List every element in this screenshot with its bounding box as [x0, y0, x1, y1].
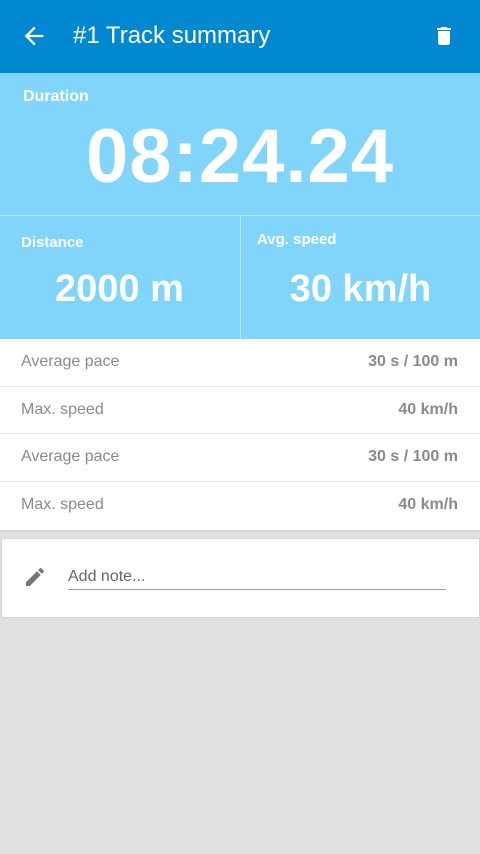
app-bar: #1 Track summary — [0, 0, 480, 73]
detail-label: Max. speed — [21, 400, 104, 418]
detail-value: 30 s / 100 m — [368, 353, 458, 371]
divider — [0, 530, 480, 533]
trash-icon — [437, 27, 451, 45]
pencil-icon — [26, 567, 45, 586]
duration-panel: Duration 08:24.24 — [0, 73, 480, 215]
detail-row-average-pace: Average pace 30 s / 100 m — [0, 339, 480, 387]
distance-cell: Distance 2000 m — [0, 216, 239, 339]
arrow-left-icon — [24, 26, 44, 46]
page-title: #1 Track summary — [73, 22, 271, 49]
distance-value: 2000 m — [55, 268, 184, 310]
detail-label: Max. speed — [21, 496, 104, 514]
duration-label: Duration — [23, 88, 89, 105]
avg-speed-label: Avg. speed — [257, 231, 337, 248]
detail-row-average-pace: Average pace 30 s / 100 m — [0, 434, 480, 482]
note-input[interactable] — [68, 565, 446, 590]
detail-value: 40 km/h — [398, 400, 458, 418]
detail-value: 40 km/h — [398, 496, 458, 514]
back-button[interactable] — [18, 20, 50, 52]
avg-speed-cell: Avg. speed 30 km/h — [240, 216, 480, 339]
detail-row-max-speed: Max. speed 40 km/h — [0, 482, 480, 530]
note-card — [1, 538, 480, 618]
avg-speed-value: 30 km/h — [289, 268, 432, 310]
distance-label: Distance — [21, 234, 84, 251]
detail-row-max-speed: Max. speed 40 km/h — [0, 387, 480, 434]
duration-value: 08:24.24 — [85, 114, 395, 199]
detail-label: Average pace — [21, 448, 120, 466]
detail-value: 30 s / 100 m — [368, 448, 458, 466]
details-list: Average pace 30 s / 100 m Max. speed 40 … — [0, 339, 480, 530]
delete-button[interactable] — [430, 22, 458, 50]
detail-label: Average pace — [21, 353, 120, 371]
stats-row: Distance 2000 m Avg. speed 30 km/h — [0, 215, 480, 339]
